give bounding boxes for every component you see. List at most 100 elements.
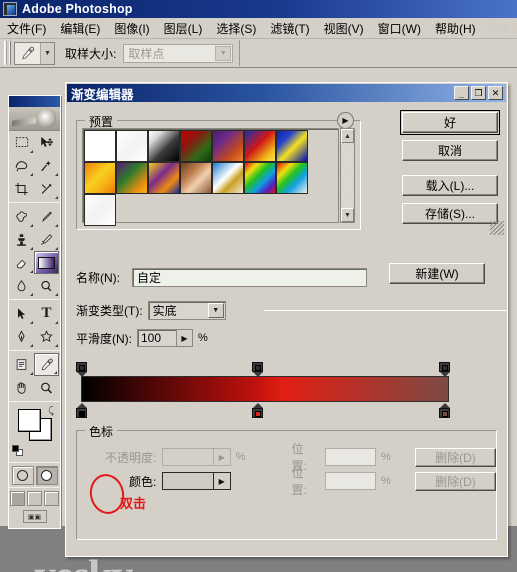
color-stop-mid[interactable] [252, 403, 263, 418]
tool-path-selection[interactable] [9, 302, 34, 325]
preset-scrollbar[interactable]: ▲ ▼ [340, 128, 355, 223]
tool-dodge[interactable] [34, 274, 59, 297]
standard-screen-mode-button[interactable] [10, 491, 25, 506]
cancel-button[interactable]: 取消 [402, 140, 498, 161]
color-delete-button[interactable]: 删除(D) [414, 471, 496, 491]
default-colors-icon[interactable] [12, 445, 23, 456]
opacity-stop-right[interactable] [439, 362, 450, 377]
gradient-type-label: 渐变类型(T): [76, 304, 143, 318]
load-button[interactable]: 载入(L)... [402, 175, 498, 196]
options-bar-grip[interactable] [4, 41, 11, 65]
swap-colors-icon[interactable]: ⤹ [48, 406, 54, 417]
save-button[interactable]: 存储(S)... [402, 203, 498, 224]
opacity-input[interactable] [162, 448, 214, 466]
preset-swatch-yellow-violet-orange-blue[interactable] [148, 162, 180, 194]
tool-gradient[interactable] [34, 251, 59, 274]
tool-slice[interactable] [34, 177, 59, 200]
menu-item-view[interactable]: 视图(V) [317, 18, 371, 39]
menu-item-select[interactable]: 选择(S) [209, 18, 263, 39]
opacity-slider-arrow-icon[interactable]: ▶ [213, 448, 231, 466]
color-swatch-input[interactable] [162, 472, 214, 490]
preset-swatch-violet-green-orange[interactable] [116, 162, 148, 194]
tool-crop[interactable] [9, 177, 34, 200]
quick-mask-mode-button[interactable] [35, 466, 58, 485]
color-stop-left[interactable] [76, 403, 87, 418]
opacity-stop-mid[interactable] [252, 362, 263, 377]
preset-menu-arrow-icon[interactable]: ▶ [337, 112, 354, 129]
sample-size-combo[interactable]: 取样点 ▼ [123, 43, 234, 63]
color-location-input[interactable] [324, 472, 376, 490]
scroll-down-arrow-icon[interactable]: ▼ [341, 208, 354, 222]
tool-eyedropper[interactable] [34, 353, 59, 376]
standard-mode-button[interactable] [11, 466, 34, 485]
gradient-type-combo[interactable]: 实底 ▼ [147, 301, 226, 320]
menu-item-window[interactable]: 窗口(W) [371, 18, 428, 39]
jump-to-imageready-button[interactable]: ▣▣ [22, 510, 47, 523]
gradient-preview-bar[interactable] [81, 376, 449, 402]
menu-item-file[interactable]: 文件(F) [0, 18, 53, 39]
slider-arrow-icon[interactable]: ▶ [177, 329, 193, 347]
preset-swatch-orange-yellow-orange[interactable] [84, 162, 116, 194]
scrollbar-track[interactable] [341, 143, 354, 208]
chevron-down-icon[interactable]: ▼ [207, 303, 224, 318]
chevron-down-icon[interactable]: ▼ [41, 42, 54, 64]
gradient-name-input[interactable]: 自定 [132, 267, 367, 287]
preset-swatch-blue-red-yellow[interactable] [244, 130, 276, 162]
maximize-button[interactable]: ❐ [471, 86, 486, 100]
menu-item-edit[interactable]: 编辑(E) [53, 18, 107, 39]
gradient-name-label: 名称(N): [76, 270, 120, 285]
tool-marquee[interactable] [9, 131, 34, 154]
new-gradient-button[interactable]: 新建(W) [389, 263, 485, 284]
preset-swatch-list[interactable] [82, 128, 339, 226]
tool-clone-stamp[interactable] [9, 228, 34, 251]
tool-zoom[interactable] [34, 376, 59, 399]
opacity-delete-button[interactable]: 删除(D) [414, 447, 496, 467]
chevron-down-icon[interactable]: ▼ [215, 45, 232, 61]
minimize-button[interactable]: _ [454, 86, 469, 100]
tool-hand[interactable] [9, 376, 34, 399]
preset-swatch-copper[interactable] [180, 162, 212, 194]
preset-swatch-violet-orange[interactable] [212, 130, 244, 162]
tool-custom-shape[interactable] [34, 325, 59, 348]
tool-move[interactable] [34, 131, 59, 154]
menu-item-help[interactable]: 帮助(H) [428, 18, 483, 39]
full-screen-menubar-mode-button[interactable] [27, 491, 42, 506]
preset-swatch-spectrum[interactable] [244, 162, 276, 194]
preset-swatch-red-green[interactable] [180, 130, 212, 162]
foreground-color-swatch[interactable] [18, 409, 41, 432]
opacity-stop-left[interactable] [76, 362, 87, 377]
tool-options-bar: ▼ 取样大小: 取样点 ▼ [0, 39, 517, 68]
color-dropdown-arrow-icon[interactable]: ▶ [213, 472, 231, 490]
menu-item-image[interactable]: 图像(I) [107, 18, 156, 39]
tool-eraser[interactable] [9, 251, 34, 274]
tool-preset-picker[interactable]: ▼ [14, 41, 55, 65]
tool-notes[interactable] [9, 353, 34, 376]
resize-grip-icon[interactable] [490, 221, 504, 235]
preset-swatch-transparent-rainbow[interactable] [276, 162, 308, 194]
ok-button[interactable]: 好 [400, 110, 500, 135]
preset-swatch-blue-yellow-blue[interactable] [276, 130, 308, 162]
preset-swatch-transparent-stripes[interactable] [84, 194, 116, 226]
smoothness-input[interactable]: 100 [137, 329, 177, 347]
tool-history-brush[interactable] [34, 228, 59, 251]
tool-lasso[interactable] [9, 154, 34, 177]
tool-type[interactable]: T [34, 302, 59, 325]
preset-swatch-chrome[interactable] [212, 162, 244, 194]
tool-blur[interactable] [9, 274, 34, 297]
preset-swatch-foreground-to-transparent[interactable] [116, 130, 148, 162]
preset-swatch-black-white[interactable] [148, 130, 180, 162]
toolbox-title-bar[interactable] [9, 96, 60, 107]
tool-magic-wand[interactable] [34, 154, 59, 177]
menu-item-filter[interactable]: 滤镜(T) [263, 18, 316, 39]
tool-brush[interactable] [34, 205, 59, 228]
close-button[interactable]: ✕ [488, 86, 503, 100]
color-stop-right[interactable] [439, 403, 450, 418]
tool-pen[interactable] [9, 325, 34, 348]
scroll-up-arrow-icon[interactable]: ▲ [341, 129, 354, 143]
preset-swatch-foreground-to-background[interactable] [84, 130, 116, 162]
menu-item-layer[interactable]: 图层(L) [157, 18, 210, 39]
opacity-location-input[interactable] [324, 448, 376, 466]
dialog-title-bar[interactable]: 渐变编辑器 _ ❐ ✕ [67, 84, 506, 102]
tool-healing-brush[interactable] [9, 205, 34, 228]
full-screen-mode-button[interactable] [44, 491, 59, 506]
